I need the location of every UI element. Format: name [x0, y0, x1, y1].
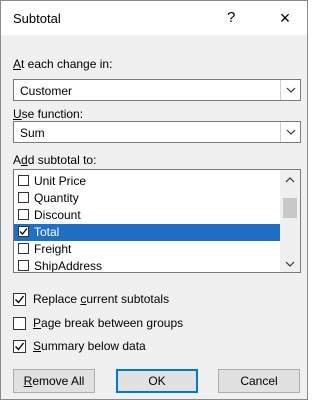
- chevron-down-icon[interactable]: [280, 122, 300, 142]
- at-each-change-label: At each change in:: [13, 57, 113, 71]
- list-item-unit-price[interactable]: Unit Price: [14, 173, 280, 190]
- list-item-freight[interactable]: Freight: [14, 241, 280, 258]
- add-subtotal-list[interactable]: Unit Price Quantity Discount Total Freig…: [13, 169, 301, 273]
- cancel-button[interactable]: Cancel: [218, 369, 300, 393]
- chevron-down-icon[interactable]: [280, 80, 300, 100]
- ok-button[interactable]: OK: [116, 369, 198, 393]
- replace-current-subtotals-label: Replace current subtotals: [33, 292, 170, 306]
- list-item-quantity[interactable]: Quantity: [14, 190, 280, 207]
- list-item-discount[interactable]: Discount: [14, 207, 280, 224]
- checkbox[interactable]: [18, 192, 29, 203]
- checkbox[interactable]: [13, 317, 26, 330]
- add-subtotal-label: Add subtotal to:: [13, 153, 97, 167]
- use-function-value: Sum: [20, 126, 45, 140]
- scrollbar-thumb[interactable]: [283, 198, 297, 218]
- list-scrollbar[interactable]: [280, 170, 300, 272]
- list-item-total[interactable]: Total: [14, 224, 280, 241]
- checkbox[interactable]: [18, 243, 29, 254]
- page-break-label: Page break between groups: [33, 316, 184, 330]
- remove-all-button[interactable]: Remove All: [13, 369, 95, 393]
- close-button[interactable]: ×: [271, 6, 299, 30]
- checkbox-checked[interactable]: [18, 226, 29, 237]
- checkbox[interactable]: [18, 175, 29, 186]
- checkbox[interactable]: [18, 260, 29, 271]
- help-button[interactable]: ?: [227, 9, 235, 26]
- chevron-down-icon[interactable]: [280, 256, 300, 270]
- title-bar: Subtotal ? ×: [1, 1, 307, 35]
- at-each-change-value: Customer: [20, 84, 73, 98]
- subtotal-dialog: Subtotal ? × At each change in: Customer…: [0, 0, 308, 400]
- page-break-option[interactable]: Page break between groups: [13, 316, 293, 332]
- checkbox-checked[interactable]: [13, 293, 26, 306]
- at-each-change-dropdown[interactable]: Customer: [13, 79, 301, 101]
- replace-current-subtotals-option[interactable]: Replace current subtotals: [13, 292, 293, 308]
- chevron-up-icon[interactable]: [280, 172, 300, 186]
- checkbox[interactable]: [18, 209, 29, 220]
- use-function-dropdown[interactable]: Sum: [13, 121, 301, 143]
- list-item-shipaddress[interactable]: ShipAddress: [14, 258, 280, 272]
- dialog-title: Subtotal: [13, 11, 61, 26]
- summary-below-data-label: Summary below data: [33, 339, 146, 353]
- use-function-label: Use function:: [13, 107, 84, 121]
- checkbox-checked[interactable]: [13, 340, 26, 353]
- summary-below-data-option[interactable]: Summary below data: [13, 339, 293, 355]
